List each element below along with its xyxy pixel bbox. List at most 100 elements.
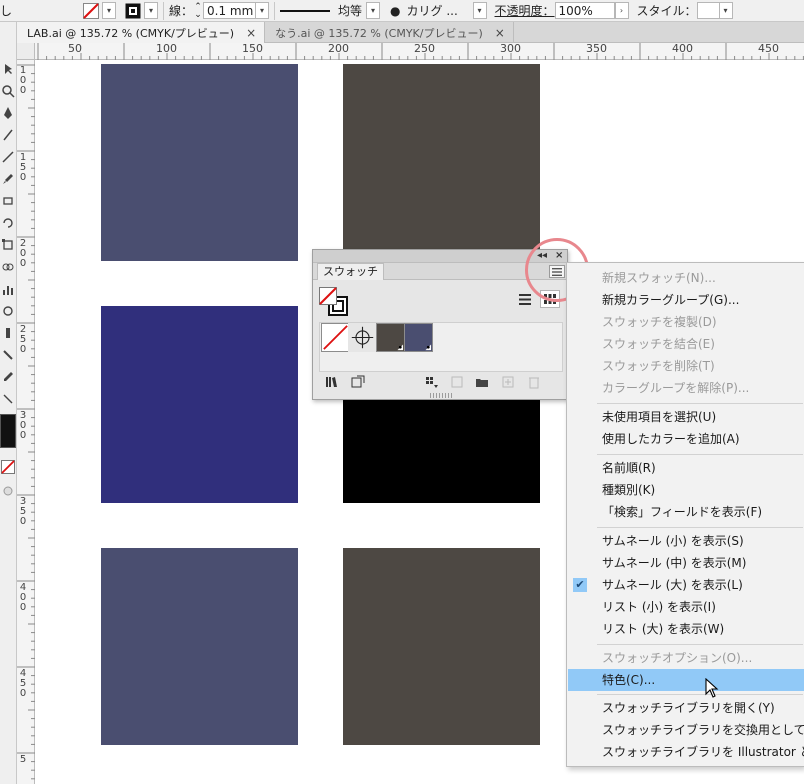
color-square-3[interactable] xyxy=(101,306,298,503)
profile-dropdown[interactable]: ▾ xyxy=(366,2,381,19)
opacity-arrow[interactable]: › xyxy=(614,2,629,19)
variable-width-profile-icon[interactable] xyxy=(280,8,331,14)
zoom-tool-icon[interactable] xyxy=(1,84,15,98)
list-view-button[interactable] xyxy=(515,290,535,308)
menu-edge-glyph: し xyxy=(0,4,13,18)
ruler-label: 400 xyxy=(672,42,693,55)
checkmark-icon: ✔ xyxy=(573,578,587,592)
menu-item-merge-swatches[interactable]: スウォッチを結合(E) xyxy=(568,333,804,355)
gradient-tool-icon[interactable] xyxy=(1,348,15,362)
menu-item-medium-thumbnail[interactable]: サムネール (中) を表示(M) xyxy=(568,552,804,574)
rotate-tool-icon[interactable] xyxy=(1,216,15,230)
ruler-label: 200 xyxy=(19,238,27,269)
free-transform-tool-icon[interactable] xyxy=(1,238,15,252)
ruler-label: 50 xyxy=(68,42,82,55)
swatch-options-icon[interactable] xyxy=(425,375,439,389)
spot-swatch-2[interactable] xyxy=(404,323,433,352)
fill-swatch[interactable] xyxy=(0,414,16,448)
none-swatch-icon[interactable] xyxy=(321,323,350,352)
menu-item-large-list[interactable]: リスト (大) を表示(W) xyxy=(568,618,804,640)
swatch-libraries-icon[interactable] xyxy=(325,375,339,389)
menu-item-large-thumbnail[interactable]: ✔ サムネール (大) を表示(L) xyxy=(568,574,804,596)
color-square-2[interactable] xyxy=(343,64,540,261)
menu-item-small-list[interactable]: リスト (小) を表示(I) xyxy=(568,596,804,618)
menu-item-open-swatch-library[interactable]: スウォッチライブラリを開く(Y) xyxy=(568,697,804,719)
style-dropdown[interactable]: ▾ xyxy=(718,2,733,19)
fill-color-dropdown[interactable]: ▾ xyxy=(144,2,158,19)
eyedropper-tool-icon[interactable] xyxy=(1,370,15,384)
control-bar: し ▾ ▾ 線： ⌃ ⌄ 0.1 mm ▾ 均等 ▾ ● カリグ ... ▾ 不透… xyxy=(0,0,804,22)
menu-item-save-library-ai[interactable]: スウォッチライブラリを Illustrator として保存(I)... xyxy=(568,741,804,763)
panel-footer xyxy=(313,375,567,391)
stroke-weight-input[interactable]: 0.1 mm xyxy=(203,2,256,19)
style-swatch[interactable] xyxy=(696,2,719,19)
brush-tool-icon[interactable] xyxy=(1,172,15,186)
shape-builder-tool-icon[interactable] xyxy=(1,260,15,274)
menu-item-small-thumbnail[interactable]: サムネール (小) を表示(S) xyxy=(568,530,804,552)
stroke-color-dropdown[interactable]: ▾ xyxy=(102,2,116,19)
menu-separator xyxy=(597,403,803,404)
hand-tool-icon[interactable] xyxy=(1,392,15,406)
menu-item-save-library-ase[interactable]: スウォッチライブラリを交換用として保存(V)... xyxy=(568,719,804,741)
tab-lab-ai[interactable]: LAB.ai @ 135.72 % (CMYK/プレビュー) × xyxy=(17,22,266,43)
selection-tool-icon[interactable] xyxy=(1,62,15,76)
fill-color-icon[interactable] xyxy=(122,2,144,19)
menu-item-add-used-colors[interactable]: 使用したカラーを追加(A) xyxy=(568,428,804,450)
none-color-icon[interactable] xyxy=(1,460,15,474)
menu-item-sort-by-name[interactable]: 名前順(R) xyxy=(568,457,804,479)
spot-swatch-1[interactable] xyxy=(376,323,405,352)
stroke-color-icon[interactable] xyxy=(80,2,102,19)
bar-tool-icon[interactable] xyxy=(1,326,15,340)
trash-icon xyxy=(529,377,539,389)
menu-item-duplicate-swatch[interactable]: スウォッチを複製(D) xyxy=(568,311,804,333)
line-tool-icon[interactable] xyxy=(1,150,15,164)
menu-item-new-color-group[interactable]: 新規カラーグループ(G)... xyxy=(568,289,804,311)
close-icon[interactable]: × xyxy=(246,26,256,40)
graph-tool-icon[interactable] xyxy=(1,282,15,296)
close-icon[interactable]: × xyxy=(495,26,505,40)
drawing-mode-icon[interactable] xyxy=(1,484,15,498)
ruler-origin[interactable] xyxy=(17,43,35,60)
swatch-grid xyxy=(319,322,563,372)
mouse-cursor-icon xyxy=(705,678,719,698)
ruler-label: 150 xyxy=(19,152,27,183)
menu-item-spot-colors[interactable]: 特色(C)... xyxy=(568,669,804,691)
stroke-weight-dropdown[interactable]: ▾ xyxy=(255,2,270,19)
opacity-input[interactable]: 100% xyxy=(554,2,615,19)
horizontal-ruler[interactable]: 50 100 150 200 250 300 350 400 450 xyxy=(35,43,804,60)
menu-item-swatch-options[interactable]: スウォッチオプション(O)... xyxy=(568,647,804,669)
eraser-tool-icon[interactable] xyxy=(1,194,15,208)
edit-swatch-icon xyxy=(451,376,463,388)
registration-swatch-icon[interactable] xyxy=(348,323,377,352)
menu-item-select-unused[interactable]: 未使用項目を選択(U) xyxy=(568,406,804,428)
menu-item-delete-swatch[interactable]: スウォッチを削除(T) xyxy=(568,355,804,377)
stroke-weight-spinner-icon[interactable]: ⌃ ⌄ xyxy=(193,2,203,19)
color-square-6[interactable] xyxy=(343,548,540,745)
menu-item-show-find-field[interactable]: 「検索」フィールドを表示(F) xyxy=(568,501,804,523)
show-swatch-kinds-icon[interactable] xyxy=(351,375,365,389)
brush-dot-icon: ● xyxy=(390,3,401,18)
color-square-5[interactable] xyxy=(101,548,298,745)
color-square-1[interactable] xyxy=(101,64,298,261)
new-color-group-icon[interactable] xyxy=(475,375,489,389)
resize-grip[interactable] xyxy=(430,393,452,398)
ruler-label: 300 xyxy=(500,42,521,55)
brush-definition-label[interactable]: カリグ ... xyxy=(407,2,473,19)
brush-dropdown[interactable]: ▾ xyxy=(472,2,487,19)
tab-swatches[interactable]: スウォッチ xyxy=(317,263,384,280)
opacity-label[interactable]: 不透明度： xyxy=(495,2,555,19)
ellipse-tool-icon[interactable] xyxy=(1,304,15,318)
ruler-label: 300 xyxy=(19,410,27,441)
menu-item-sort-by-kind[interactable]: 種類別(K) xyxy=(568,479,804,501)
fill-stroke-indicator-icon[interactable] xyxy=(319,287,349,317)
ruler-label: 450 xyxy=(758,42,779,55)
ruler-label: 200 xyxy=(328,42,349,55)
pen-tool-icon[interactable] xyxy=(1,106,15,120)
ruler-label: 250 xyxy=(19,324,27,355)
divider xyxy=(274,1,276,20)
tab-nau-ai[interactable]: なう.ai @ 135.72 % (CMYK/プレビュー) × xyxy=(265,22,514,43)
menu-item-new-swatch[interactable]: 新規スウォッチ(N)... xyxy=(568,267,804,289)
menu-item-ungroup-color-group[interactable]: カラーグループを解除(P)... xyxy=(568,377,804,399)
vertical-ruler[interactable]: 100 150 200 250 300 350 400 450 5 xyxy=(17,60,35,784)
type-tool-icon[interactable] xyxy=(1,128,15,142)
